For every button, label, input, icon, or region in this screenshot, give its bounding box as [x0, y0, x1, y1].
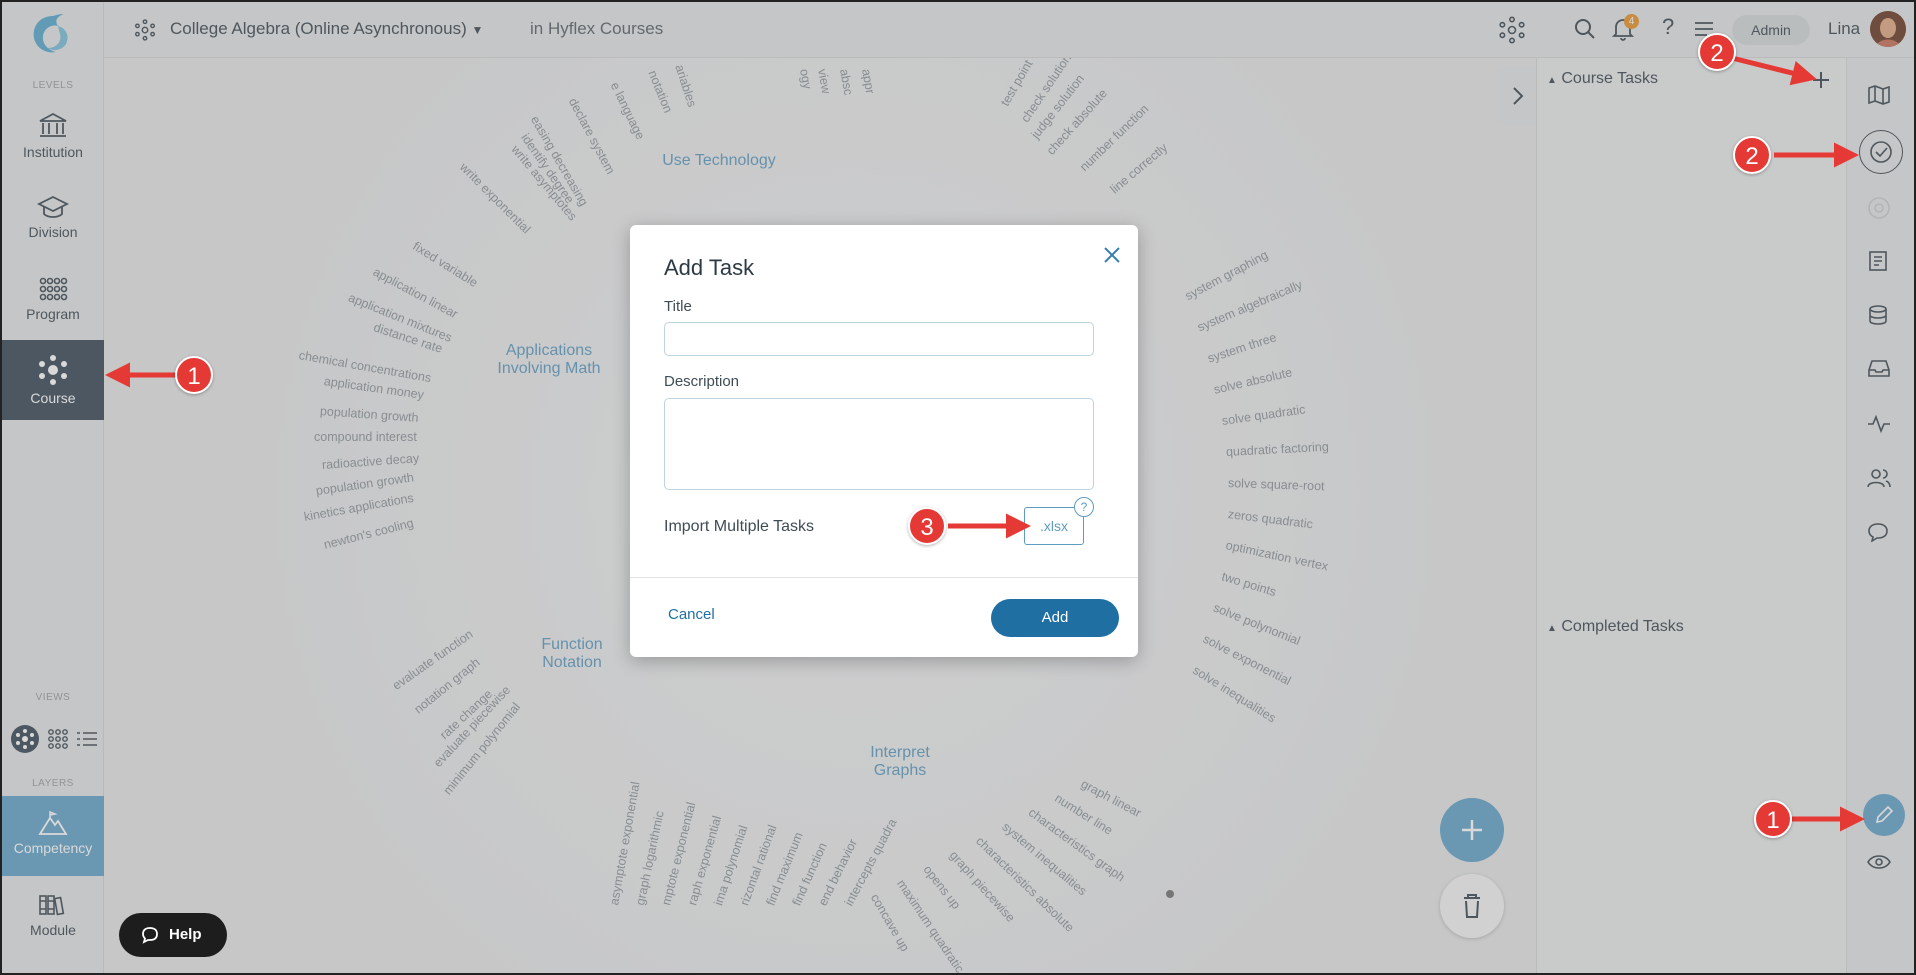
app-window: LEVELS Institution Division Program Cour…: [0, 0, 1916, 975]
annotation-arrows: [105, 55, 1865, 832]
callout-marker: 1: [175, 356, 213, 394]
callout-marker: 2: [1733, 136, 1771, 174]
callout-marker: 2: [1698, 33, 1736, 71]
callout-arrow: [1731, 55, 1817, 86]
callout-marker: 1: [1754, 800, 1792, 838]
callout-marker: 3: [908, 507, 946, 545]
